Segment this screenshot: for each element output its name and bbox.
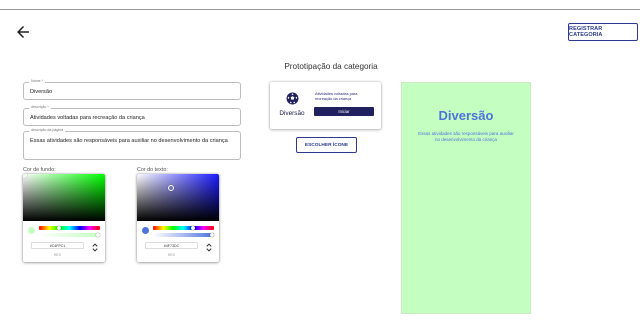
category-page-preview: Diversão Essas atividades são responsáve… (401, 82, 531, 314)
color-swatch (28, 227, 35, 234)
text-color-picker: #4F73DC HEX (137, 174, 219, 262)
card-category-description: Atividades voltadas para recreação da cr… (315, 91, 358, 101)
color-swatch (142, 227, 149, 234)
soccer-ball-icon (286, 92, 299, 105)
chevron-updown-icon[interactable] (205, 243, 213, 252)
register-category-button[interactable]: REGISTRAR CATEGORIA (568, 23, 638, 41)
page-description-field-label: descrição da página (29, 128, 66, 132)
alpha-slider-thumb[interactable] (210, 233, 214, 237)
alpha-slider[interactable] (153, 233, 214, 237)
category-card-preview: Diversão Atividades voltadas para recrea… (270, 82, 381, 129)
saturation-area[interactable] (137, 174, 219, 221)
hue-slider-thumb[interactable] (57, 226, 62, 230)
preview-description: Essas atividades são responsáveis para a… (418, 131, 514, 142)
choose-icon-button[interactable]: ESCOLHER ÍCONE (296, 137, 357, 153)
hex-input[interactable]: #4F73DC (145, 242, 198, 249)
page-description-field[interactable]: descrição da página Essas atividades são… (23, 128, 241, 160)
background-color-picker: #C4FFC1 HEX (23, 174, 105, 262)
alpha-slider[interactable] (39, 233, 100, 237)
saturation-cursor[interactable] (168, 185, 174, 191)
card-start-button[interactable]: Iniciar (314, 107, 374, 116)
name-field[interactable]: Nome * Diversão (23, 79, 241, 100)
page-description-field-value: Essas atividades são responsáveis para a… (30, 138, 228, 144)
alpha-slider-thumb[interactable] (96, 233, 100, 237)
description-field[interactable]: descrição * Atividades voltadas para rec… (23, 105, 241, 126)
description-field-value: Atividades voltadas para recreação da cr… (30, 115, 145, 121)
arrow-left-icon (17, 26, 29, 38)
hex-format-label: HEX (167, 253, 176, 257)
hex-input[interactable]: #C4FFC1 (31, 242, 84, 249)
preview-title: Diversão (438, 108, 494, 123)
prototype-title: Prototipação da categoria (284, 62, 378, 71)
hue-slider-thumb[interactable] (190, 226, 195, 230)
top-divider (0, 0, 640, 10)
name-field-value: Diversão (30, 89, 53, 95)
hex-format-label: HEX (53, 253, 62, 257)
back-button[interactable] (14, 23, 32, 41)
background-color-label: Cor de fundo: (23, 167, 56, 173)
card-category-name: Diversão (279, 110, 305, 117)
chevron-updown-icon[interactable] (91, 243, 99, 252)
hue-slider[interactable] (153, 226, 214, 230)
description-field-label: descrição * (29, 105, 51, 109)
hue-slider[interactable] (39, 226, 100, 230)
name-field-label: Nome * (29, 79, 45, 83)
saturation-area[interactable] (23, 174, 105, 221)
text-color-label: Cor do texto: (137, 167, 168, 173)
